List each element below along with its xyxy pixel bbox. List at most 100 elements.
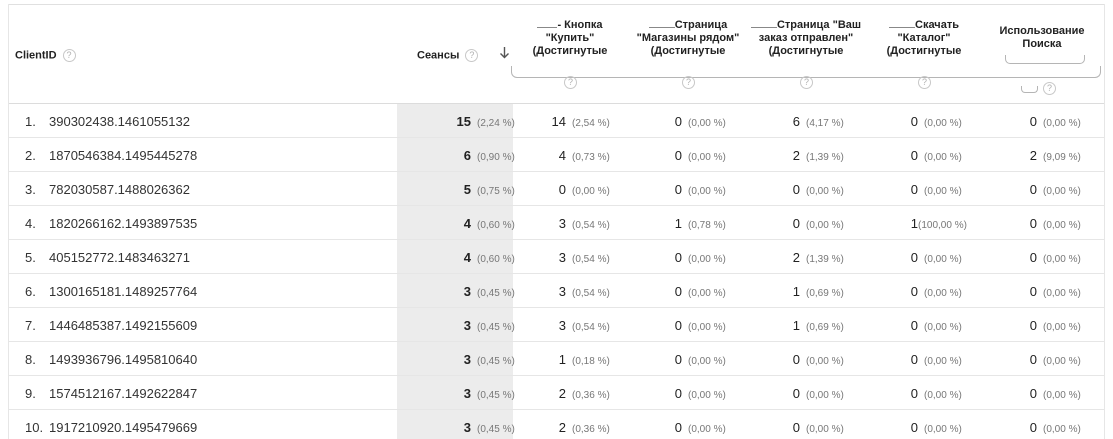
- cell-value: 3: [558, 284, 566, 299]
- column-header-goal-4[interactable]: Скачать "Каталог" (Достигнутые: [864, 19, 984, 58]
- cell-percent: (0,60 %): [477, 220, 515, 231]
- goal-cell-1: 14 (2,54 %): [526, 114, 610, 129]
- help-icon[interactable]: ?: [1043, 82, 1056, 95]
- cell-percent: (0,69 %): [806, 288, 844, 299]
- help-icon[interactable]: ?: [465, 49, 479, 62]
- goal-cell-3: 1 (0,69 %): [760, 318, 844, 333]
- client-id-cell[interactable]: 1446485387.1492155609: [49, 318, 197, 333]
- help-icon[interactable]: ?: [682, 76, 695, 89]
- goal-cell-1: 3 (0,54 %): [526, 216, 610, 231]
- cell-value: 3: [558, 250, 566, 265]
- table-row[interactable]: 5. 405152772.1483463271 4 (0,60 %) 3 (0,54 %)…: [9, 240, 1104, 274]
- column-header-goal-1[interactable]: - Кнопка "Купить" (Достигнутые: [510, 19, 630, 58]
- table-body: 1. 390302438.1461055132 15 (2,24 %) 14 (2,54 …: [9, 104, 1104, 439]
- cell-value: 0: [674, 114, 682, 129]
- table-row[interactable]: 3. 782030587.1488026362 5 (0,75 %) 0 (0,00 %)…: [9, 172, 1104, 206]
- client-id-cell[interactable]: 1917210920.1495479669: [49, 420, 197, 435]
- cell-value: 2: [792, 250, 800, 265]
- table-row[interactable]: 8. 1493936796.1495810640 3 (0,45 %) 1 (0,18 %…: [9, 342, 1104, 376]
- help-icon[interactable]: ?: [800, 76, 813, 89]
- goal-cell-4: 0 (0,00 %): [878, 386, 962, 401]
- goal-cell-3: 2 (1,39 %): [760, 148, 844, 163]
- goal-cell-5: 0 (0,00 %): [997, 420, 1081, 435]
- cell-value: 0: [792, 386, 800, 401]
- column-header-sessions-label[interactable]: Сеансы: [417, 49, 459, 61]
- client-id-cell[interactable]: 1493936796.1495810640: [49, 352, 197, 367]
- cell-value: 3: [463, 386, 471, 401]
- cell-value: 0: [1029, 216, 1037, 231]
- client-id-cell[interactable]: 1870546384.1495445278: [49, 148, 197, 163]
- client-id-cell[interactable]: 390302438.1461055132: [49, 114, 190, 129]
- cell-value: 2: [792, 148, 800, 163]
- sessions-cell: 3 (0,45 %): [431, 386, 515, 401]
- goal-cell-1: 3 (0,54 %): [526, 284, 610, 299]
- client-id-cell[interactable]: 1300165181.1489257764: [49, 284, 197, 299]
- goal-cell-4: 0 (0,00 %): [878, 420, 962, 435]
- table-row[interactable]: 4. 1820266162.1493897535 4 (0,60 %) 3 (0,54 %…: [9, 206, 1104, 240]
- cell-value: 0: [792, 182, 800, 197]
- client-id-cell[interactable]: 405152772.1483463271: [49, 250, 190, 265]
- table-row[interactable]: 6. 1300165181.1489257764 3 (0,45 %) 3 (0,54 %…: [9, 274, 1104, 308]
- column-header-goal-5[interactable]: Использование Поиска: [982, 25, 1102, 51]
- cell-value: 4: [463, 250, 471, 265]
- cell-percent: (0,00 %): [688, 390, 726, 401]
- goal-cell-2: 0 (0,00 %): [642, 148, 726, 163]
- goal-cell-5: 0 (0,00 %): [997, 216, 1081, 231]
- cell-value: 0: [1029, 250, 1037, 265]
- client-id-cell[interactable]: 1820266162.1493897535: [49, 216, 197, 231]
- table-row[interactable]: 10. 1917210920.1495479669 3 (0,45 %) 2 (0,36 …: [9, 410, 1104, 439]
- column-header-goal-text: (Достигнутые: [768, 45, 844, 57]
- column-header-goal-line: Скачать: [864, 19, 984, 32]
- cell-percent: (0,00 %): [688, 118, 726, 129]
- cell-percent: (0,73 %): [572, 152, 610, 163]
- table-row[interactable]: 7. 1446485387.1492155609 3 (0,45 %) 3 (0,54 %…: [9, 308, 1104, 342]
- column-header-clientid-label[interactable]: ClientID: [15, 49, 57, 61]
- goal-cell-2: 0 (0,00 %): [642, 182, 726, 197]
- goal-name-placeholder: [889, 21, 916, 28]
- cell-value: 0: [1029, 352, 1037, 367]
- column-header-goal-text: (Достигнутые: [650, 45, 726, 57]
- client-id-cell[interactable]: 782030587.1488026362: [49, 182, 190, 197]
- column-header-goal-text: "Магазины рядом": [636, 32, 740, 44]
- sessions-cell: 5 (0,75 %): [431, 182, 515, 197]
- table-row[interactable]: 9. 1574512167.1492622847 3 (0,45 %) 2 (0,36 %…: [9, 376, 1104, 410]
- goal-cell-3: 0 (0,00 %): [760, 386, 844, 401]
- cell-value: 0: [792, 352, 800, 367]
- column-header-goal-2[interactable]: Страница "Магазины рядом" (Достигнутые: [628, 19, 748, 58]
- column-header-sessions[interactable]: Сеансы?: [417, 49, 479, 62]
- cell-value: 6: [792, 114, 800, 129]
- cell-percent: (0,00 %): [1043, 186, 1081, 197]
- column-header-goal-line: Поиска: [982, 38, 1102, 51]
- column-header-goal-line: (Достигнутые: [510, 45, 630, 58]
- cell-value: 0: [910, 352, 918, 367]
- cell-value: 0: [910, 250, 918, 265]
- arrow-down-icon[interactable]: [499, 46, 510, 62]
- help-icon[interactable]: ?: [918, 76, 931, 89]
- help-icon[interactable]: ?: [564, 76, 577, 89]
- report-table: ClientID? Сеансы? - Кнопка "Купить" (Дости…: [0, 0, 1113, 439]
- goal-cell-5: 0 (0,00 %): [997, 114, 1081, 129]
- cell-value: 0: [910, 318, 918, 333]
- goal-cell-4: 0 (0,00 %): [878, 182, 962, 197]
- column-header-goal-text: (Достигнутые: [886, 45, 962, 57]
- sessions-cell: 4 (0,60 %): [431, 216, 515, 231]
- cell-value: 0: [910, 386, 918, 401]
- cell-percent: (0,00 %): [1043, 424, 1081, 435]
- table-row[interactable]: 2. 1870546384.1495445278 6 (0,90 %) 4 (0,73 %…: [9, 138, 1104, 172]
- goal-cell-4: 0 (0,00 %): [878, 148, 962, 163]
- column-header-clientid[interactable]: ClientID?: [15, 49, 76, 62]
- column-header-goal-3[interactable]: Страница "Ваш заказ отправлен" (Достигнуты…: [746, 19, 866, 58]
- help-icon[interactable]: ?: [62, 49, 76, 62]
- cell-percent: (0,45 %): [477, 288, 515, 299]
- table-row[interactable]: 1. 390302438.1461055132 15 (2,24 %) 14 (2,54 …: [9, 104, 1104, 138]
- cell-percent: (0,18 %): [572, 356, 610, 367]
- cell-percent: (0,00 %): [924, 118, 962, 129]
- cell-value: 0: [1029, 386, 1037, 401]
- cell-percent: (9,09 %): [1043, 152, 1081, 163]
- cell-value: 0: [674, 352, 682, 367]
- sessions-cell: 15 (2,24 %): [431, 114, 515, 129]
- cell-value: 0: [1029, 420, 1037, 435]
- client-id-cell[interactable]: 1574512167.1492622847: [49, 386, 197, 401]
- column-header-goal-line: - Кнопка: [510, 19, 630, 32]
- column-header-goal-line: "Купить": [510, 32, 630, 45]
